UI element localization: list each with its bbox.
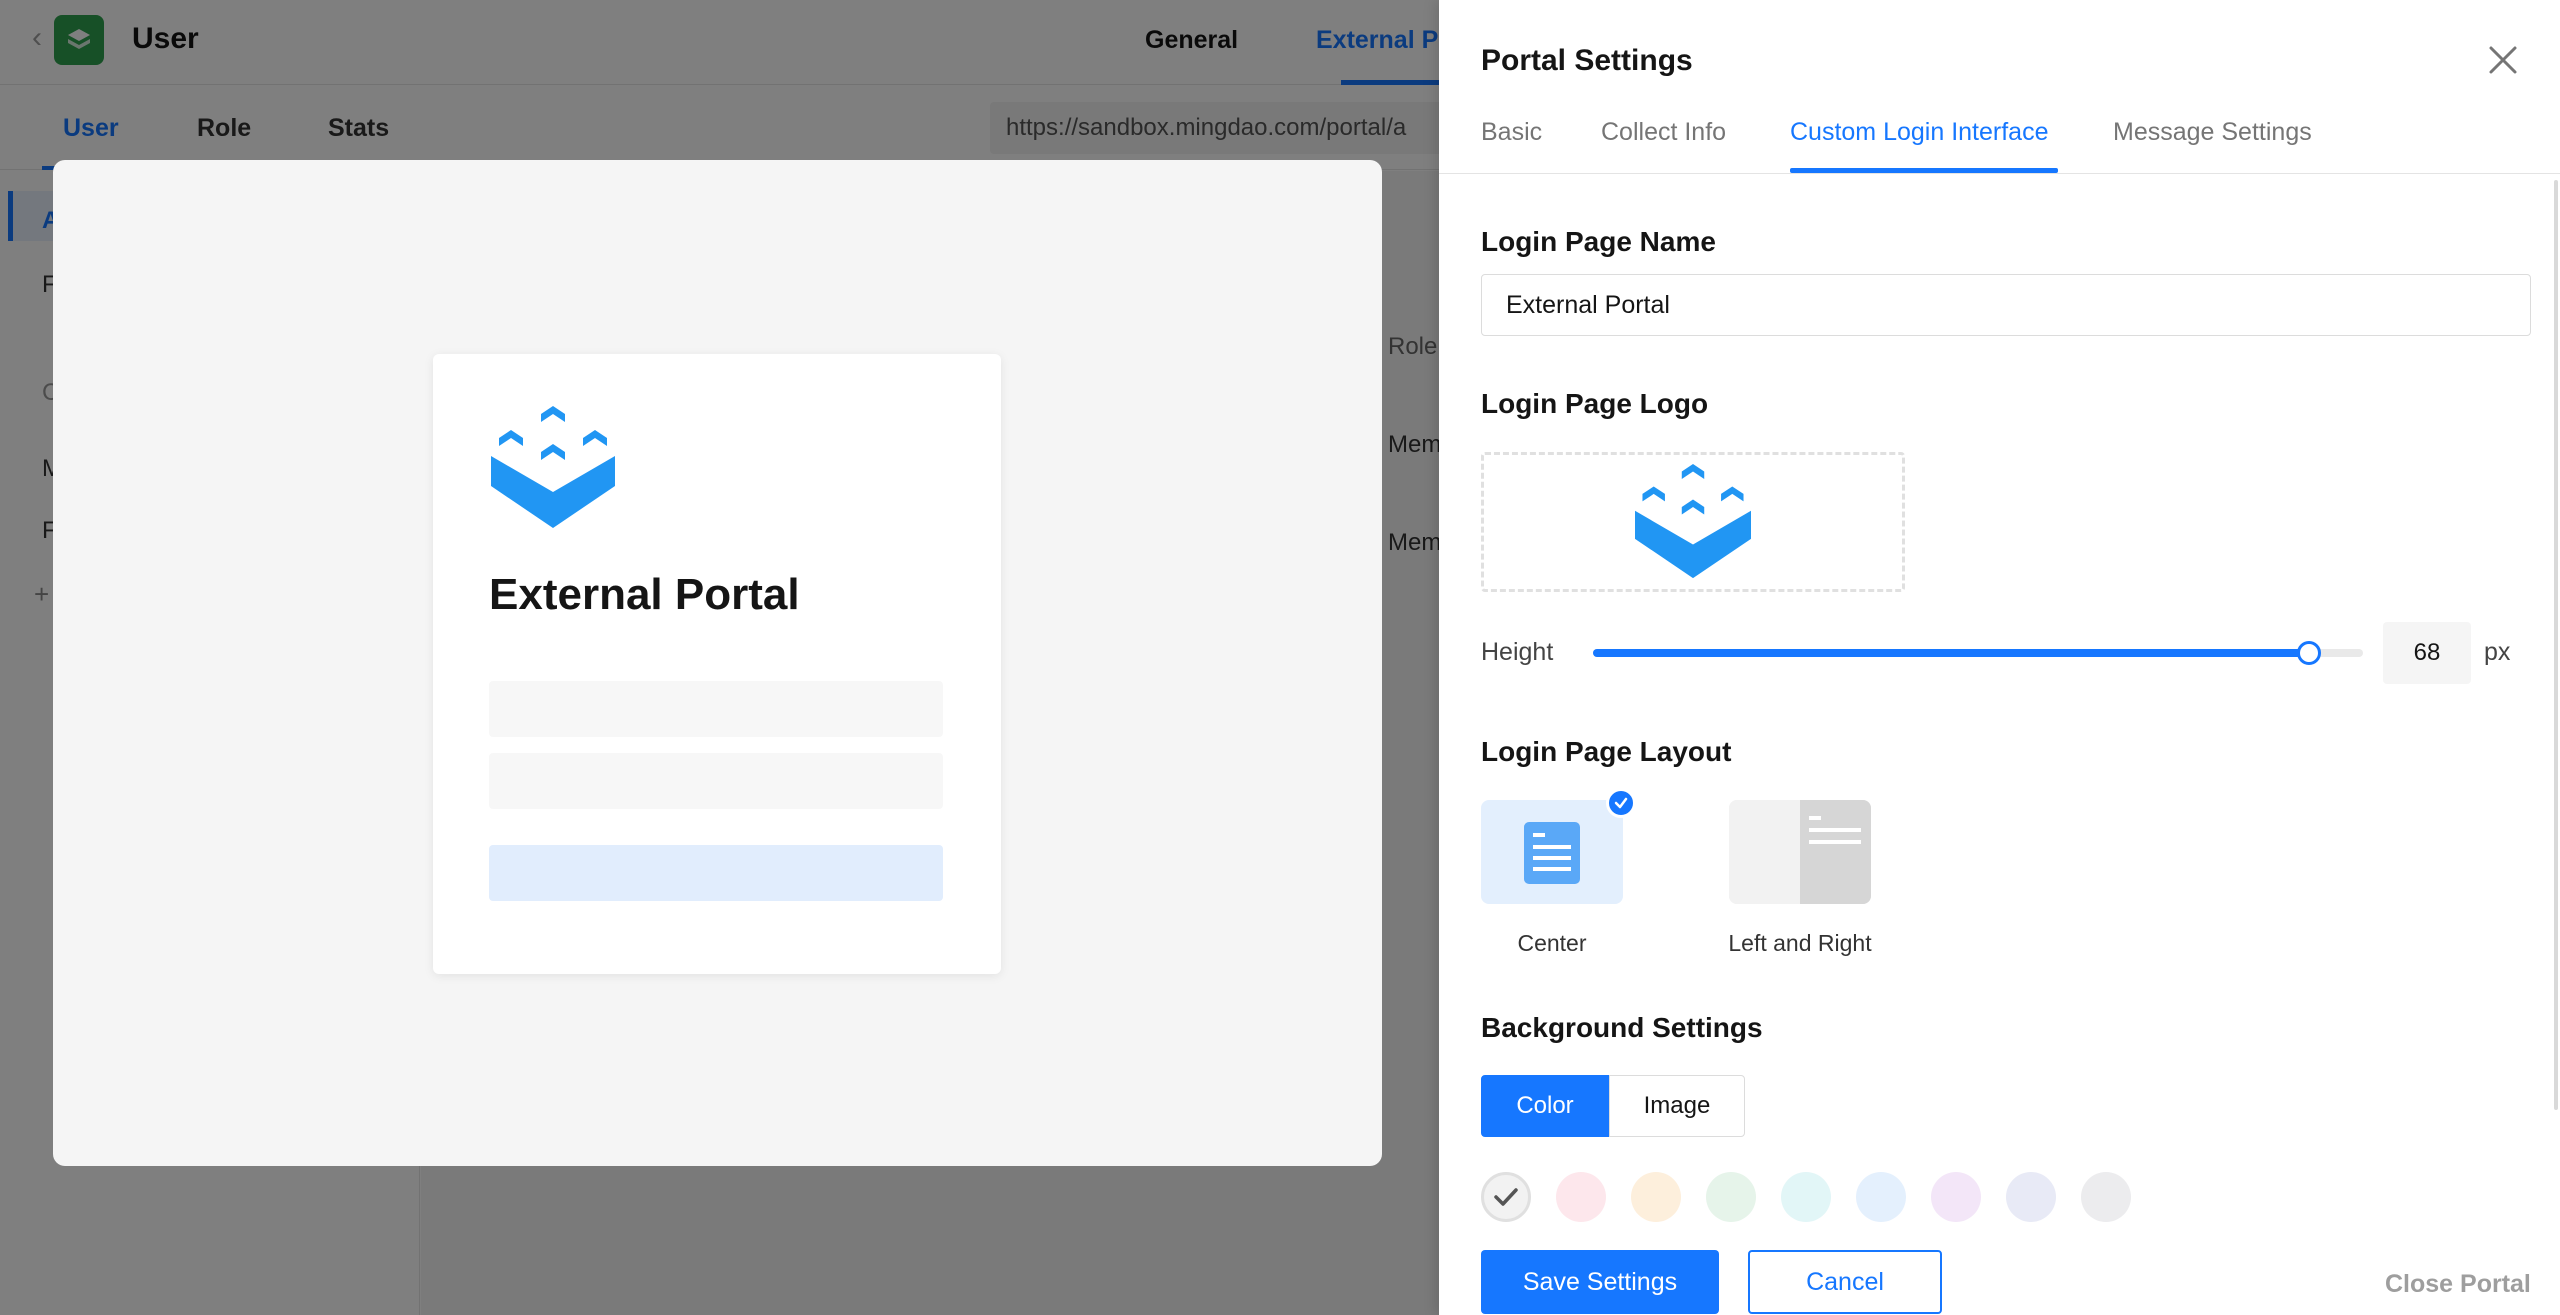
height-unit: px [2484,638,2511,666]
login-page-name-input[interactable] [1481,274,2531,336]
height-slider-fill [1593,649,2310,657]
layout-option-left-right-label: Left and Right [1728,930,1872,956]
tab-custom-login-interface[interactable]: Custom Login Interface [1790,118,2048,147]
drawer-footer: Save Settings Cancel Close Portal [1439,1240,2560,1315]
left-right-layout-icon [1729,800,1871,904]
color-swatch[interactable] [1556,1172,1606,1222]
tab-basic[interactable]: Basic [1481,118,1542,147]
preview-field-placeholder [489,681,943,737]
drawer-scrollbar[interactable] [2554,180,2558,1110]
save-settings-button[interactable]: Save Settings [1481,1250,1719,1314]
layout-option-left-right[interactable] [1729,800,1871,904]
close-portal-link[interactable]: Close Portal [2385,1270,2531,1299]
login-page-logo-label: Login Page Logo [1481,388,1709,419]
login-page-name-label: Login Page Name [1481,226,1716,257]
tab-collect-info[interactable]: Collect Info [1601,118,1726,147]
preview-field-placeholder [489,753,943,809]
close-icon[interactable] [2485,42,2521,78]
preview-login-button [489,845,943,901]
check-icon [1494,1188,1518,1206]
login-preview: External Portal [53,160,1382,1166]
drawer-title: Portal Settings [1481,44,1693,77]
portal-logo-icon [1635,464,1751,579]
login-page-layout-label: Login Page Layout [1481,736,1732,767]
cancel-button[interactable]: Cancel [1748,1250,1942,1314]
logo-upload-box[interactable] [1481,452,1905,592]
login-preview-card: External Portal [433,354,1001,974]
background-mode-color[interactable]: Color [1481,1075,1609,1137]
center-layout-icon [1524,822,1580,884]
height-label: Height [1481,638,1554,666]
color-swatch[interactable] [1931,1172,1981,1222]
selected-check-icon [1606,788,1636,818]
height-slider-thumb[interactable] [2297,641,2322,665]
layout-option-center-label: Center [1517,930,1587,956]
background-settings-label: Background Settings [1481,1012,1763,1043]
portal-logo-icon [491,406,615,528]
color-swatch[interactable] [1781,1172,1831,1222]
color-swatch[interactable] [2006,1172,2056,1222]
color-swatch[interactable] [1631,1172,1681,1222]
color-swatch[interactable] [2081,1172,2131,1222]
color-swatch[interactable] [1856,1172,1906,1222]
portal-settings-drawer: Portal Settings Basic Collect Info Custo… [1439,0,2560,1315]
tabs-divider [1439,173,2560,174]
color-swatch[interactable] [1706,1172,1756,1222]
color-swatch-selected[interactable] [1481,1172,1531,1222]
preview-title: External Portal [489,570,800,619]
height-slider[interactable] [1593,641,2363,665]
tab-message-settings[interactable]: Message Settings [2113,118,2312,147]
height-value-input[interactable] [2383,622,2471,684]
background-mode-image[interactable]: Image [1609,1075,1745,1137]
layout-option-center[interactable] [1481,800,1623,904]
